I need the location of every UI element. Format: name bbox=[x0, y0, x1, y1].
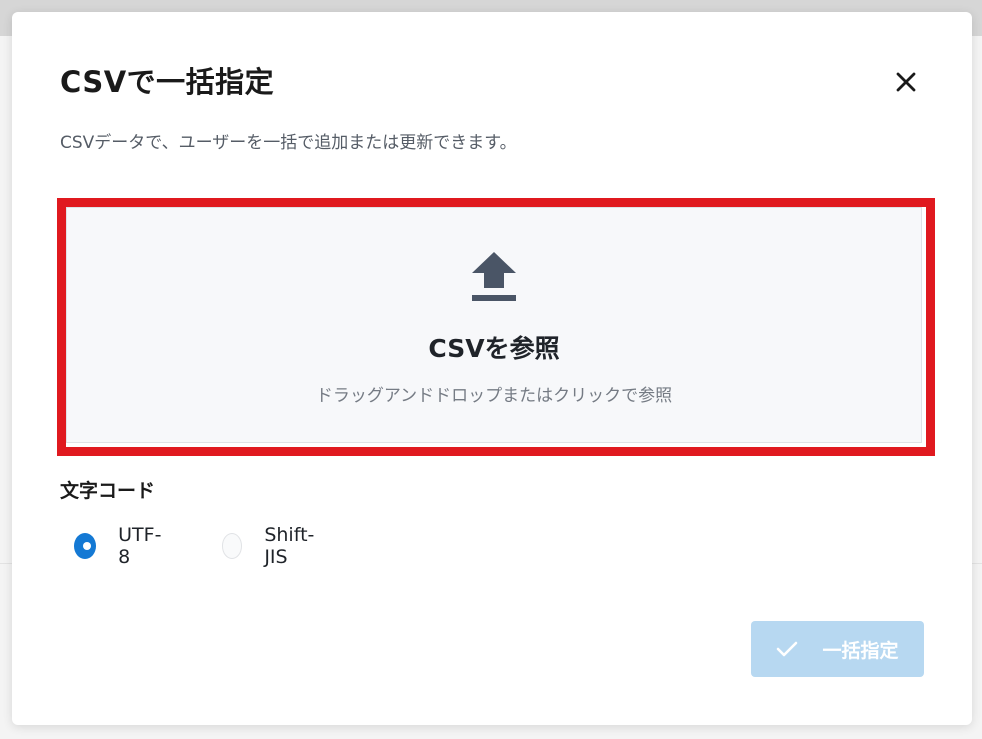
close-icon bbox=[896, 72, 916, 92]
close-button[interactable] bbox=[888, 64, 924, 100]
radio-label-utf8: UTF-8 bbox=[118, 524, 162, 568]
radio-unchecked-icon bbox=[222, 533, 243, 559]
check-icon bbox=[777, 641, 798, 657]
dialog-title: CSVで一括指定 bbox=[60, 65, 275, 99]
radio-shift-jis[interactable]: Shift-JIS bbox=[222, 524, 321, 568]
dropzone-title: CSVを参照 bbox=[428, 334, 560, 363]
dropzone-subtitle: ドラッグアンドドロップまたはクリックで参照 bbox=[315, 386, 673, 406]
bulk-assign-label: 一括指定 bbox=[822, 639, 899, 662]
encoding-label: 文字コード bbox=[60, 480, 156, 502]
csv-dropzone[interactable]: CSVを参照 ドラッグアンドドロップまたはクリックで参照 bbox=[66, 207, 922, 443]
radio-label-shift-jis: Shift-JIS bbox=[264, 524, 315, 568]
bulk-assign-button[interactable]: 一括指定 bbox=[751, 621, 924, 677]
radio-utf8[interactable]: UTF-8 bbox=[74, 524, 165, 568]
dialog-description: CSVデータで、ユーザーを一括で追加または更新できます。 bbox=[60, 133, 517, 153]
upload-icon bbox=[472, 252, 516, 301]
radio-checked-icon bbox=[74, 533, 97, 559]
csv-bulk-dialog: CSVで一括指定 CSVデータで、ユーザーを一括で追加または更新できます。 CS… bbox=[12, 12, 972, 725]
